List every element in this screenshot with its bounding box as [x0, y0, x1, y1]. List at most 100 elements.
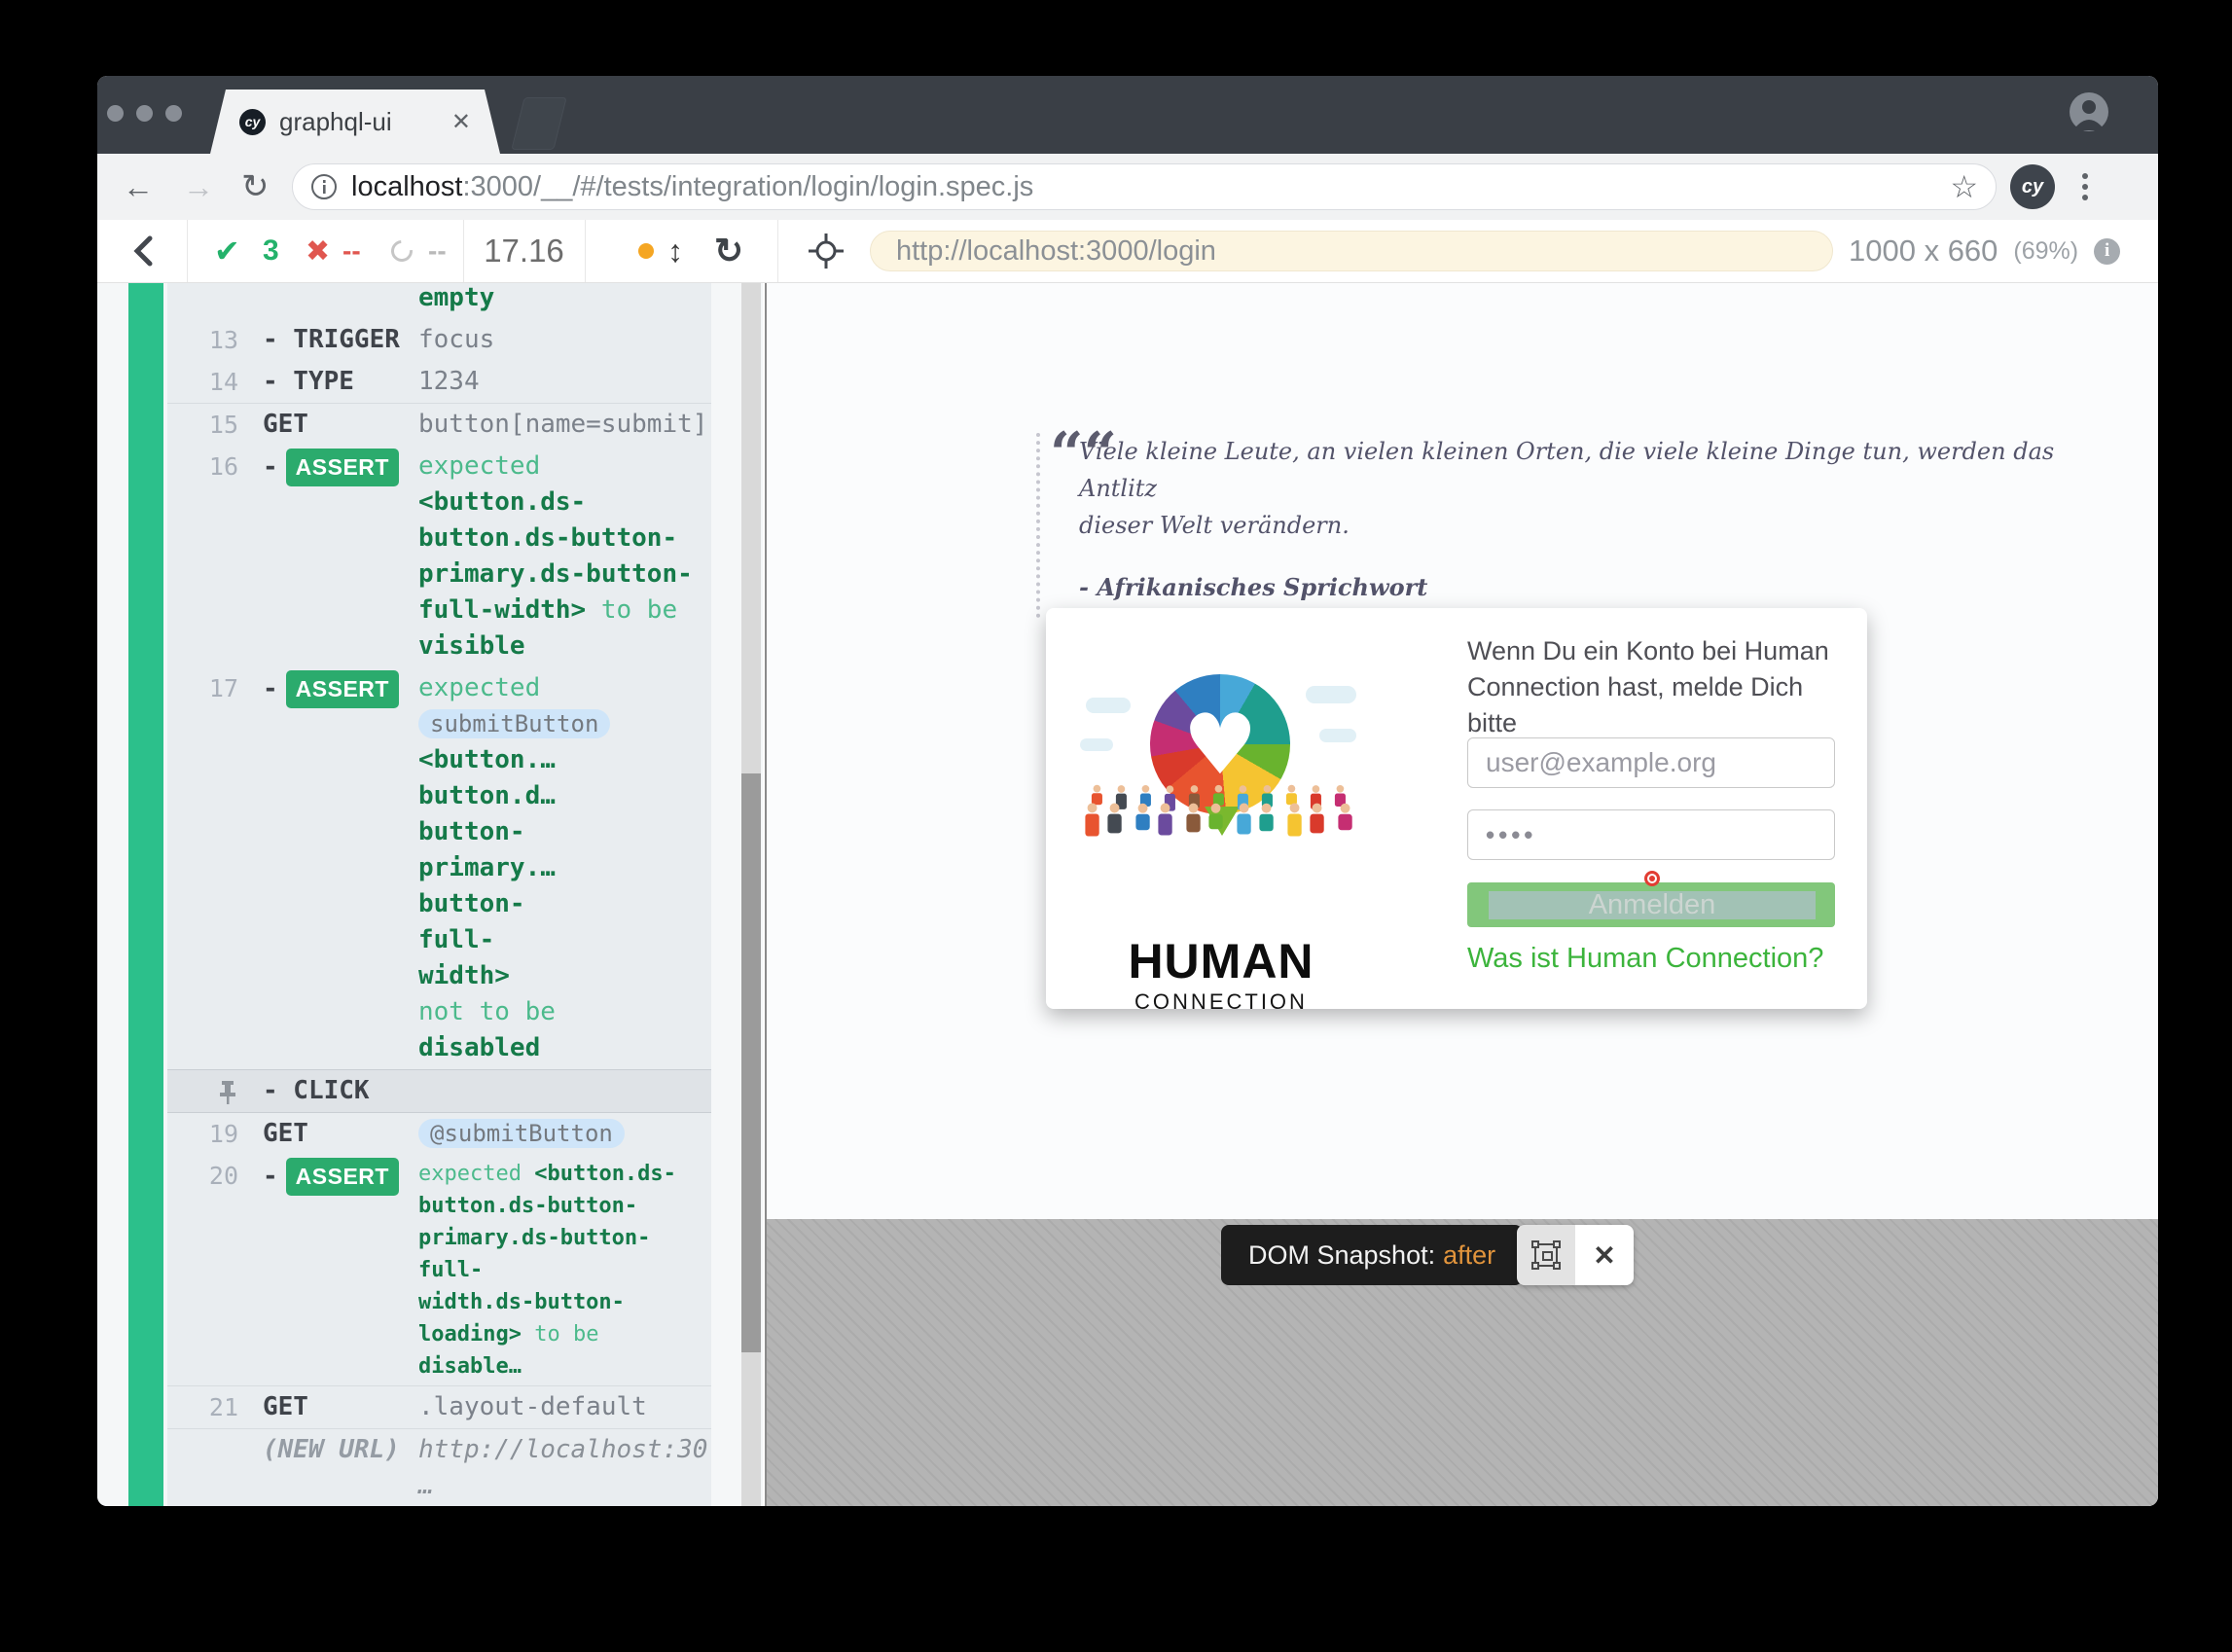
cloud-icon [1086, 698, 1131, 713]
log-row[interactable]: 14- TYPE1234 [167, 361, 711, 403]
log-row-message: expected <button.ds- button.ds-button- p… [418, 1158, 710, 1383]
crosshair-icon [808, 233, 845, 269]
snapshot-close-button[interactable]: ✕ [1575, 1225, 1634, 1285]
failed-x-icon: ✖ [306, 220, 330, 282]
log-row-method: -ASSERT [263, 670, 418, 1066]
toolbar-separator [777, 220, 778, 282]
log-row[interactable]: (NEW URL)http://localhost:30… [167, 1428, 711, 1506]
pin-icon [217, 1080, 238, 1105]
log-row-number [167, 1432, 263, 1504]
email-field[interactable] [1467, 737, 1835, 788]
log-row-number: 13 [167, 322, 263, 358]
command-log-rows: empty13- TRIGGERfocus14- TYPE123415GETbu… [167, 283, 711, 1506]
close-window-button[interactable] [107, 105, 124, 122]
click-event-marker [1644, 871, 1660, 886]
viewport-info: 1000 x 660 (69%) i [1849, 220, 2120, 282]
person-icon [1207, 804, 1222, 829]
log-scrollbar-thumb[interactable] [741, 773, 761, 1352]
snapshot-outside-area: DOM Snapshot: after ✕ [767, 1219, 2158, 1506]
browser-menu-icon[interactable] [2082, 167, 2090, 206]
password-field[interactable] [1467, 809, 1835, 860]
dom-snapshot-label: DOM Snapshot: after [1221, 1225, 1523, 1285]
person-icon [1337, 804, 1351, 831]
person-icon [1258, 804, 1273, 832]
log-row-number [167, 283, 263, 316]
traffic-lights[interactable] [107, 105, 182, 122]
log-scrollbar-track[interactable] [741, 283, 761, 1506]
log-row-message: focus [418, 322, 710, 358]
scroll-toggle-icon[interactable]: ↕ [667, 220, 683, 282]
person-icon [1084, 803, 1098, 836]
log-row-message: expected submitButton <button.… button.d… [418, 670, 710, 1066]
quote-text: Viele kleine Leute, an vielen kleinen Or… [1079, 433, 2106, 544]
address-bar[interactable]: localhost:3000/__/#/tests/integration/lo… [292, 163, 1997, 210]
app-url-field[interactable]: http://localhost:3000/login [870, 231, 1833, 271]
passed-check-icon: ✔ [214, 220, 240, 282]
forward-icon[interactable]: → [183, 154, 214, 220]
log-row-method [263, 283, 418, 316]
back-icon[interactable]: ← [123, 154, 154, 220]
log-row[interactable]: 20-ASSERTexpected <button.ds- button.ds-… [167, 1155, 711, 1385]
assert-badge: ASSERT [286, 449, 399, 486]
browser-url-row: ← → ↻ localhost:3000/__/#/tests/integrat… [97, 154, 2158, 220]
toolbar-separator [585, 220, 586, 282]
log-row[interactable]: 19GET@submitButton [167, 1113, 711, 1155]
person-icon [1285, 785, 1297, 805]
log-row[interactable]: 15GETbutton[name=submit] [167, 403, 711, 446]
collapse-reporter-button[interactable] [132, 220, 154, 282]
cypress-extension-icon[interactable]: cy [2010, 164, 2055, 209]
log-row-number [167, 1073, 263, 1109]
brand-name-top: HUMAN [1080, 933, 1362, 989]
new-tab-button[interactable] [511, 97, 566, 150]
log-row[interactable]: 21GET.layout-default [167, 1385, 711, 1428]
login-card: ♥ HUMAN CONNECTION Wenn Du ein Konto bei… [1046, 608, 1867, 1009]
minimize-window-button[interactable] [136, 105, 153, 122]
what-is-link[interactable]: Was ist Human Connection? [1467, 943, 1823, 975]
log-row[interactable]: empty [167, 283, 711, 319]
tab-close-icon[interactable]: ✕ [451, 108, 471, 136]
viewport-scale: (69%) [2013, 237, 2078, 266]
browser-tab[interactable]: cy graphql-ui ✕ [210, 90, 500, 154]
log-row-method: (NEW URL) [263, 1432, 418, 1504]
test-duration: 17.16 [463, 220, 585, 282]
person-icon [1286, 803, 1301, 836]
log-row[interactable]: 17-ASSERTexpected submitButton <button.…… [167, 667, 711, 1069]
log-row-number: 15 [167, 407, 263, 443]
viewport-info-icon[interactable]: i [2094, 238, 2120, 265]
page-info-icon[interactable] [310, 173, 338, 200]
snapshot-highlight-toggle-button[interactable] [1517, 1225, 1575, 1285]
pending-spinner-icon [391, 220, 413, 282]
quote-mark-icon: ““ [1050, 435, 1117, 474]
snapshot-controls: ✕ [1517, 1225, 1634, 1285]
log-row-pinned[interactable]: - CLICK [167, 1069, 711, 1113]
log-row-number: 17 [167, 670, 263, 1066]
restart-tests-icon[interactable]: ↻ [714, 220, 743, 282]
quote-attribution: - Afrikanisches Sprichwort [1079, 573, 2106, 601]
assert-badge: ASSERT [286, 1158, 399, 1196]
profile-avatar[interactable] [2069, 91, 2109, 132]
person-icon [1309, 804, 1323, 834]
log-row-message: http://localhost:30… [418, 1432, 710, 1504]
bookmark-star-icon[interactable]: ☆ [1950, 168, 1978, 205]
log-row-message: button[name=submit] [418, 407, 710, 443]
log-row[interactable]: 13- TRIGGERfocus [167, 319, 711, 361]
log-row[interactable]: 16-ASSERTexpected <button.ds- button.ds-… [167, 446, 711, 667]
cloud-icon [1306, 686, 1356, 703]
log-row-number: 14 [167, 364, 263, 400]
person-icon [2069, 91, 2109, 132]
human-connection-logo: ♥ HUMAN CONNECTION [1080, 668, 1362, 868]
log-row-method: GET [263, 407, 418, 443]
alias-pill: @submitButton [418, 1119, 625, 1148]
log-row-message: empty [418, 283, 710, 316]
toolbar-separator [187, 220, 188, 282]
passed-count: 3 [263, 220, 279, 282]
selector-playground-button[interactable] [808, 220, 845, 282]
log-row-method: GET [263, 1389, 418, 1425]
submit-button[interactable]: Anmelden [1467, 882, 1835, 927]
browser-reload-icon[interactable]: ↻ [241, 154, 270, 220]
cypress-favicon-icon: cy [239, 109, 266, 135]
assert-badge: ASSERT [286, 670, 399, 708]
autoscroll-indicator-icon[interactable] [638, 220, 654, 282]
zoom-window-button[interactable] [165, 105, 182, 122]
brand-name-bottom: CONNECTION [1080, 989, 1362, 1015]
